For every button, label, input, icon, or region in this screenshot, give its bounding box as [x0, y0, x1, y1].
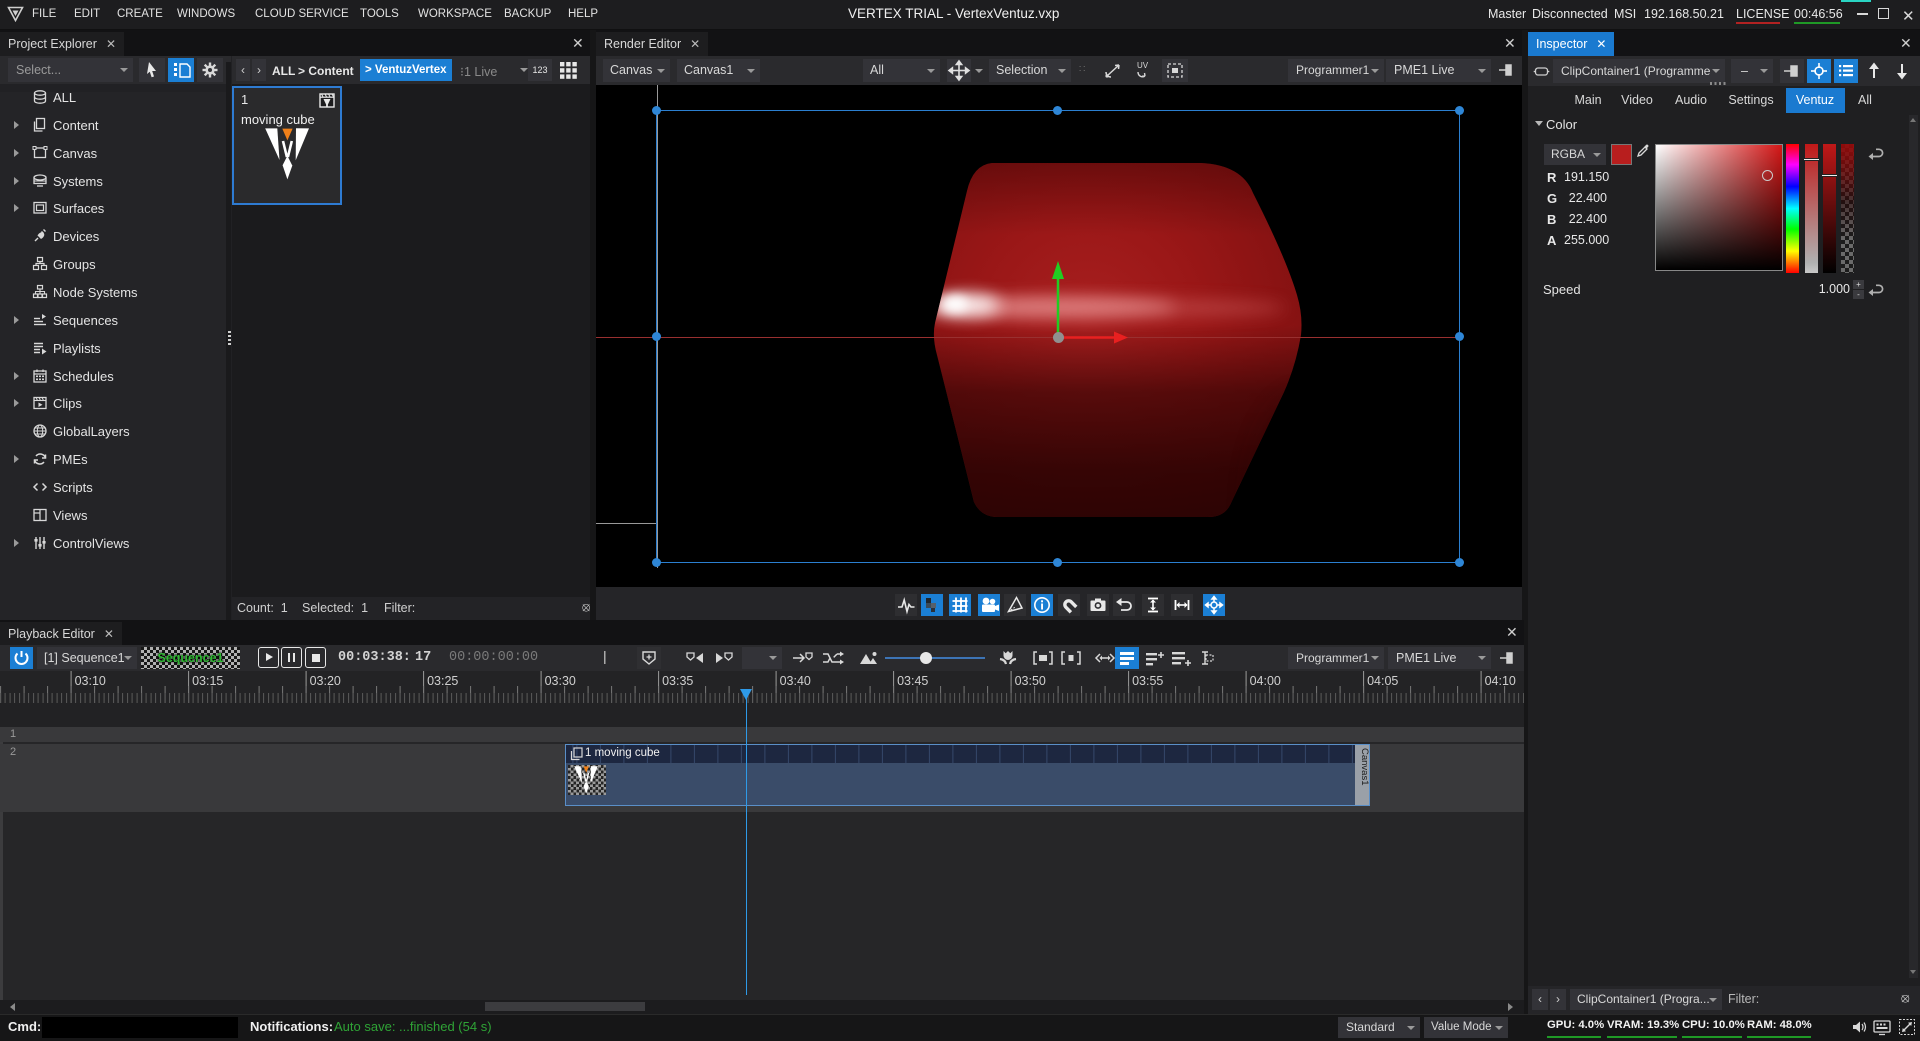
svg-text:UV: UV: [1137, 61, 1149, 70]
